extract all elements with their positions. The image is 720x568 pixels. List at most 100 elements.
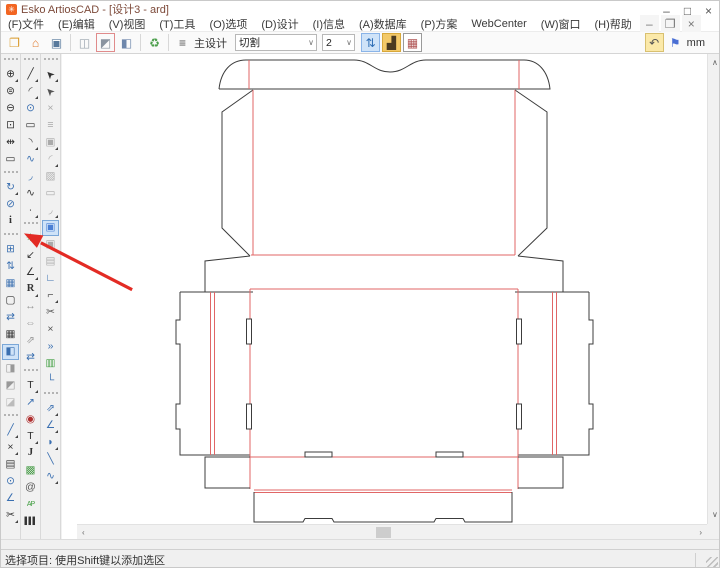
line-draw-tool[interactable]: ╱ bbox=[2, 423, 19, 439]
select-add-tool[interactable]: ➤ bbox=[42, 84, 59, 100]
counter-swap-tool[interactable]: ⇅ bbox=[2, 259, 19, 275]
zoom-window-tool[interactable]: ⊡ bbox=[2, 118, 19, 134]
arc-tool[interactable]: ◜ bbox=[22, 84, 39, 100]
print-item-tool[interactable]: ▥ bbox=[42, 356, 59, 372]
pointage-dropdown[interactable]: 2∨ bbox=[322, 34, 355, 51]
fillet-tool[interactable]: ◜ bbox=[42, 152, 59, 168]
paragraph-text-tool[interactable]: T bbox=[22, 429, 39, 445]
line-tool[interactable]: ╱ bbox=[22, 67, 39, 83]
dim-horizontal-tool[interactable]: ↔ bbox=[22, 299, 39, 315]
extrude-3d-tool[interactable]: ▣ bbox=[42, 220, 59, 236]
menu-item[interactable]: (P)方案 bbox=[414, 16, 465, 32]
resize-tool[interactable]: ▭ bbox=[42, 186, 59, 202]
text-tool[interactable]: T bbox=[22, 378, 39, 394]
arrow-up-tool[interactable]: ↗ bbox=[22, 395, 39, 411]
dim-slope-tool[interactable]: ⇗ bbox=[42, 401, 59, 417]
arrow-sw-tool[interactable]: ↙ bbox=[22, 248, 39, 264]
break-tool[interactable]: × bbox=[42, 322, 59, 338]
offset-star-tool[interactable]: ✳ bbox=[22, 231, 39, 247]
menu-item[interactable]: (I)信息 bbox=[306, 16, 352, 32]
knife-tool[interactable]: ✂ bbox=[42, 305, 59, 321]
rotate-view-tool[interactable]: ↻ bbox=[2, 180, 19, 196]
menu-item[interactable]: WebCenter bbox=[464, 18, 533, 30]
move-point-tool[interactable]: ⇄ bbox=[22, 350, 39, 366]
menu-item[interactable]: (W)窗口 bbox=[534, 16, 588, 32]
cut-curve-tool[interactable]: ✂ bbox=[2, 508, 19, 524]
move-copy-tool[interactable]: ⇄ bbox=[2, 310, 19, 326]
convert-server-button[interactable]: ♻ bbox=[145, 33, 164, 52]
select-tool[interactable]: ➤ bbox=[42, 67, 59, 83]
image-tool[interactable]: ▨ bbox=[42, 169, 59, 185]
curve-tool[interactable]: ◝ bbox=[22, 135, 39, 151]
save-button[interactable]: ▣ bbox=[47, 33, 66, 52]
palette-drag-handle[interactable] bbox=[24, 58, 38, 64]
angle-measure-tool[interactable]: ∠ bbox=[22, 265, 39, 281]
scroll-right-icon[interactable]: › bbox=[699, 529, 702, 537]
palette-drag-handle[interactable] bbox=[4, 414, 18, 420]
auto-position-tool[interactable]: AP bbox=[22, 497, 39, 513]
chevron-tool[interactable]: » bbox=[42, 339, 59, 355]
italic-text-tool[interactable]: J bbox=[22, 446, 39, 462]
fill-pattern-tool[interactable]: ▩ bbox=[22, 463, 39, 479]
fill-counter-tool[interactable]: ◧ bbox=[2, 344, 19, 360]
palette-drag-handle[interactable] bbox=[4, 58, 18, 64]
bridge-tool[interactable]: ◞ bbox=[42, 203, 59, 219]
menu-item[interactable]: (T)工具 bbox=[152, 16, 202, 32]
menu-item[interactable]: (D)设计 bbox=[254, 16, 305, 32]
line-type-dropdown[interactable]: 切割∨ bbox=[235, 34, 317, 51]
resize-grip-icon[interactable] bbox=[706, 557, 718, 568]
palette-drag-handle[interactable] bbox=[4, 233, 18, 239]
zoom-in-tool[interactable]: ⊕ bbox=[2, 67, 19, 83]
wave-tool[interactable]: ∿ bbox=[22, 186, 39, 202]
scroll-up-icon[interactable]: ∧ bbox=[712, 59, 718, 67]
press-view-toggle[interactable]: ▟ bbox=[382, 33, 401, 52]
path-step-tool[interactable]: └ bbox=[42, 373, 59, 389]
workspace-button[interactable]: ⚑ bbox=[666, 33, 685, 52]
menu-item[interactable]: (E)编辑 bbox=[51, 16, 102, 32]
menu-item[interactable]: (V)视图 bbox=[102, 16, 153, 32]
delete-tool[interactable]: × bbox=[42, 101, 59, 117]
arc-point-tool[interactable]: ◞ bbox=[22, 169, 39, 185]
shadow-box-tool[interactable]: ▣ bbox=[42, 237, 59, 253]
rectangle-tool[interactable]: ▭ bbox=[22, 118, 39, 134]
add-to-3d-button[interactable]: ◩ bbox=[96, 33, 115, 52]
vertical-scrollbar[interactable]: ∧ ∨ bbox=[707, 54, 720, 524]
layer-swap-toggle[interactable]: ⇅ bbox=[361, 33, 380, 52]
circle-disable-tool[interactable]: ⊘ bbox=[2, 197, 19, 213]
menu-item[interactable]: (H)帮助 bbox=[588, 16, 639, 32]
cross-erase-tool[interactable]: × bbox=[2, 440, 19, 456]
palette-drag-handle[interactable] bbox=[44, 58, 58, 64]
mdi-restore-button[interactable]: ❐ bbox=[661, 15, 680, 34]
palette-drag-handle[interactable] bbox=[24, 369, 38, 375]
circle-tool[interactable]: ⊙ bbox=[22, 101, 39, 117]
menu-item[interactable]: (F)文件 bbox=[1, 16, 51, 32]
fit-screen-tool[interactable]: ▭ bbox=[2, 152, 19, 168]
zoom-previous-tool[interactable]: ⊜ bbox=[2, 84, 19, 100]
layout-table-tool[interactable]: ▦ bbox=[2, 327, 19, 343]
angle-v-tool[interactable]: ∠ bbox=[42, 418, 59, 434]
mdi-close-button[interactable]: × bbox=[682, 15, 701, 34]
convert-to-3d-button[interactable]: ◫ bbox=[75, 33, 94, 52]
angle-lines-tool[interactable]: ∠ bbox=[2, 491, 19, 507]
info-tool[interactable]: i bbox=[2, 214, 19, 230]
horizontal-scrollbar[interactable]: ‹ › bbox=[77, 524, 707, 539]
radius-tool[interactable]: R bbox=[22, 282, 39, 298]
menu-item[interactable]: (A)数据库 bbox=[352, 16, 414, 32]
bezier-tool[interactable]: ∿ bbox=[22, 152, 39, 168]
main-design-button[interactable]: ≡ bbox=[173, 33, 192, 52]
dim-diagonal-tool[interactable]: ⇗ bbox=[22, 333, 39, 349]
output-monitor-tool[interactable]: ▢ bbox=[2, 293, 19, 309]
layers-tool[interactable]: ≡ bbox=[42, 118, 59, 134]
dim-vertical-tool[interactable]: ⇔ bbox=[22, 316, 39, 332]
arc-dim-tool[interactable]: ◗ bbox=[42, 435, 59, 451]
fill-area-tool[interactable]: ◩ bbox=[2, 378, 19, 394]
run-standard-button[interactable]: ⌂ bbox=[26, 33, 45, 52]
group-copy-tool[interactable]: ▣ bbox=[42, 135, 59, 151]
menu-item[interactable]: (O)选项 bbox=[202, 16, 254, 32]
fill-bridge-tool[interactable]: ◨ bbox=[2, 361, 19, 377]
copy-stack-tool[interactable]: ▤ bbox=[42, 254, 59, 270]
palette-drag-handle[interactable] bbox=[4, 171, 18, 177]
scrollbar-thumb[interactable] bbox=[376, 527, 391, 538]
palette-drag-handle[interactable] bbox=[44, 392, 58, 398]
palette-drag-handle[interactable] bbox=[24, 222, 38, 228]
